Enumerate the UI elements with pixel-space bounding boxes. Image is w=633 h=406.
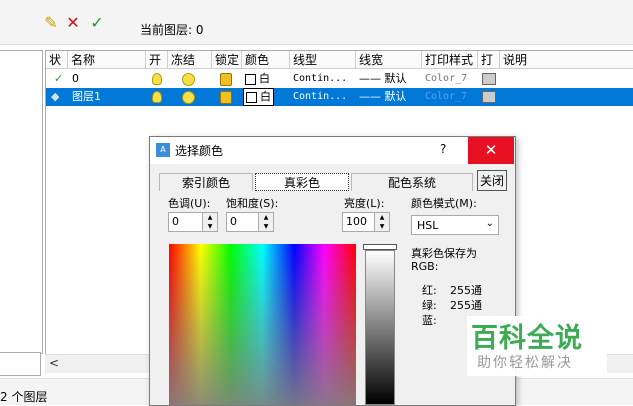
colormode-value: HSL	[417, 219, 439, 232]
scroll-left-icon[interactable]: <	[47, 355, 61, 371]
truecolor-save-text: 真彩色保存为	[411, 247, 477, 260]
col-description[interactable]: 说明	[500, 51, 633, 69]
tab-color-books[interactable]: 配色系统	[351, 173, 473, 191]
layer-color[interactable]: 白	[245, 70, 270, 88]
layer-plotstyle: Color_7	[425, 73, 468, 84]
colormode-select[interactable]: HSL ⌄	[411, 215, 499, 235]
layer-plotstyle: Color_7	[425, 91, 468, 102]
layer-linetype[interactable]: Contin...	[293, 70, 347, 88]
red-value: 255通	[450, 284, 482, 297]
luminance-stepper[interactable]: 100 ▲ ▼	[342, 212, 390, 232]
green-label: 绿:	[422, 299, 437, 312]
printer-icon[interactable]	[482, 70, 496, 88]
printer-icon[interactable]	[482, 88, 496, 106]
saturation-spin-icon[interactable]: ▲ ▼	[258, 213, 273, 231]
layer-lineweight[interactable]: —— 默认	[359, 88, 407, 106]
help-button[interactable]: ?	[440, 142, 446, 156]
col-status[interactable]: 状	[46, 51, 68, 69]
col-lineweight[interactable]: 线宽	[356, 51, 422, 69]
close-button[interactable]: 关闭	[477, 170, 507, 191]
col-on[interactable]: 开	[146, 51, 168, 69]
col-lock[interactable]: 锁定	[212, 51, 242, 69]
close-icon[interactable]: ✕	[468, 137, 514, 164]
col-plot[interactable]: 打	[478, 51, 500, 69]
layer-stack-icon: ◆	[51, 90, 60, 103]
watermark-title: 百科全说	[471, 323, 583, 354]
hue-label: 色调(U):	[168, 197, 211, 210]
watermark: 百科全说 助你轻松解决	[467, 316, 607, 376]
hue-spin-icon[interactable]: ▲ ▼	[202, 213, 217, 231]
watermark-subtitle: 助你轻松解决	[477, 355, 573, 371]
delete-layer-icon[interactable]: ✕	[64, 14, 82, 32]
hue-value[interactable]: 0	[172, 215, 179, 228]
col-linetype[interactable]: 线型	[290, 51, 356, 69]
luminance-slider-handle[interactable]	[363, 244, 397, 250]
layer-lineweight[interactable]: —— 默认	[359, 70, 407, 88]
sun-icon[interactable]	[182, 88, 195, 106]
tab-index-color[interactable]: 索引颜色	[159, 173, 253, 191]
current-check-icon: ✓	[54, 72, 64, 85]
red-label: 红:	[422, 284, 437, 297]
layer-name[interactable]: 图层1	[72, 88, 101, 106]
col-plotstyle[interactable]: 打印样式	[422, 51, 478, 69]
toolbar: ✎ ✕ ✓ 当前图层: 0	[0, 0, 633, 45]
green-value: 255通	[450, 299, 482, 312]
select-color-dialog: A 选择颜色 ? ✕ 索引颜色 真彩色 配色系统 关闭 色调(U): 0 ▲ ▼ …	[149, 136, 516, 406]
saturation-label: 饱和度(S):	[226, 197, 279, 210]
truecolor-save-label: 真彩色保存为 RGB:	[411, 247, 501, 273]
app-icon: A	[156, 143, 170, 157]
chevron-down-icon[interactable]: ⌄	[486, 218, 494, 229]
new-layer-icon[interactable]: ✎	[42, 14, 60, 32]
table-row[interactable]: ✓ 0 白 Contin... —— 默认 Color_7	[46, 70, 633, 88]
layer-count: 2 个图层	[0, 390, 48, 404]
tab-true-color[interactable]: 真彩色	[255, 173, 349, 191]
bulb-icon[interactable]	[152, 88, 162, 106]
hue-saturation-spectrum[interactable]	[169, 244, 356, 405]
col-name[interactable]: 名称	[68, 51, 146, 69]
blue-label: 蓝:	[422, 314, 437, 327]
luminance-spin-icon[interactable]: ▲ ▼	[374, 213, 389, 231]
luminance-label: 亮度(L):	[344, 197, 385, 210]
saturation-stepper[interactable]: 0 ▲ ▼	[226, 212, 274, 232]
layer-color[interactable]: 白	[243, 88, 274, 106]
layer-name[interactable]: 0	[72, 70, 79, 88]
lock-icon[interactable]	[220, 70, 232, 88]
col-color[interactable]: 颜色	[242, 51, 290, 69]
set-current-icon[interactable]: ✓	[88, 14, 106, 32]
col-freeze[interactable]: 冻结	[168, 51, 212, 69]
bulb-icon[interactable]	[152, 70, 162, 88]
layer-filter-tree[interactable]	[0, 50, 43, 354]
table-row[interactable]: ◆ 图层1 白 Contin... —— 默认 Color_7	[46, 88, 633, 106]
current-layer-label: 当前图层: 0	[140, 23, 204, 37]
filter-field[interactable]	[0, 352, 41, 376]
dialog-title: 选择颜色	[175, 144, 224, 158]
luminance-value[interactable]: 100	[346, 215, 367, 228]
saturation-value[interactable]: 0	[230, 215, 237, 228]
rgb-label: RGB:	[411, 260, 439, 273]
colormode-label: 颜色模式(M):	[411, 197, 477, 210]
dialog-titlebar[interactable]: A 选择颜色 ? ✕	[150, 137, 515, 164]
layer-linetype[interactable]: Contin...	[293, 88, 347, 106]
sun-icon[interactable]	[182, 70, 195, 88]
hue-stepper[interactable]: 0 ▲ ▼	[168, 212, 218, 232]
lock-icon[interactable]	[220, 88, 232, 106]
luminance-bar[interactable]	[365, 250, 395, 405]
